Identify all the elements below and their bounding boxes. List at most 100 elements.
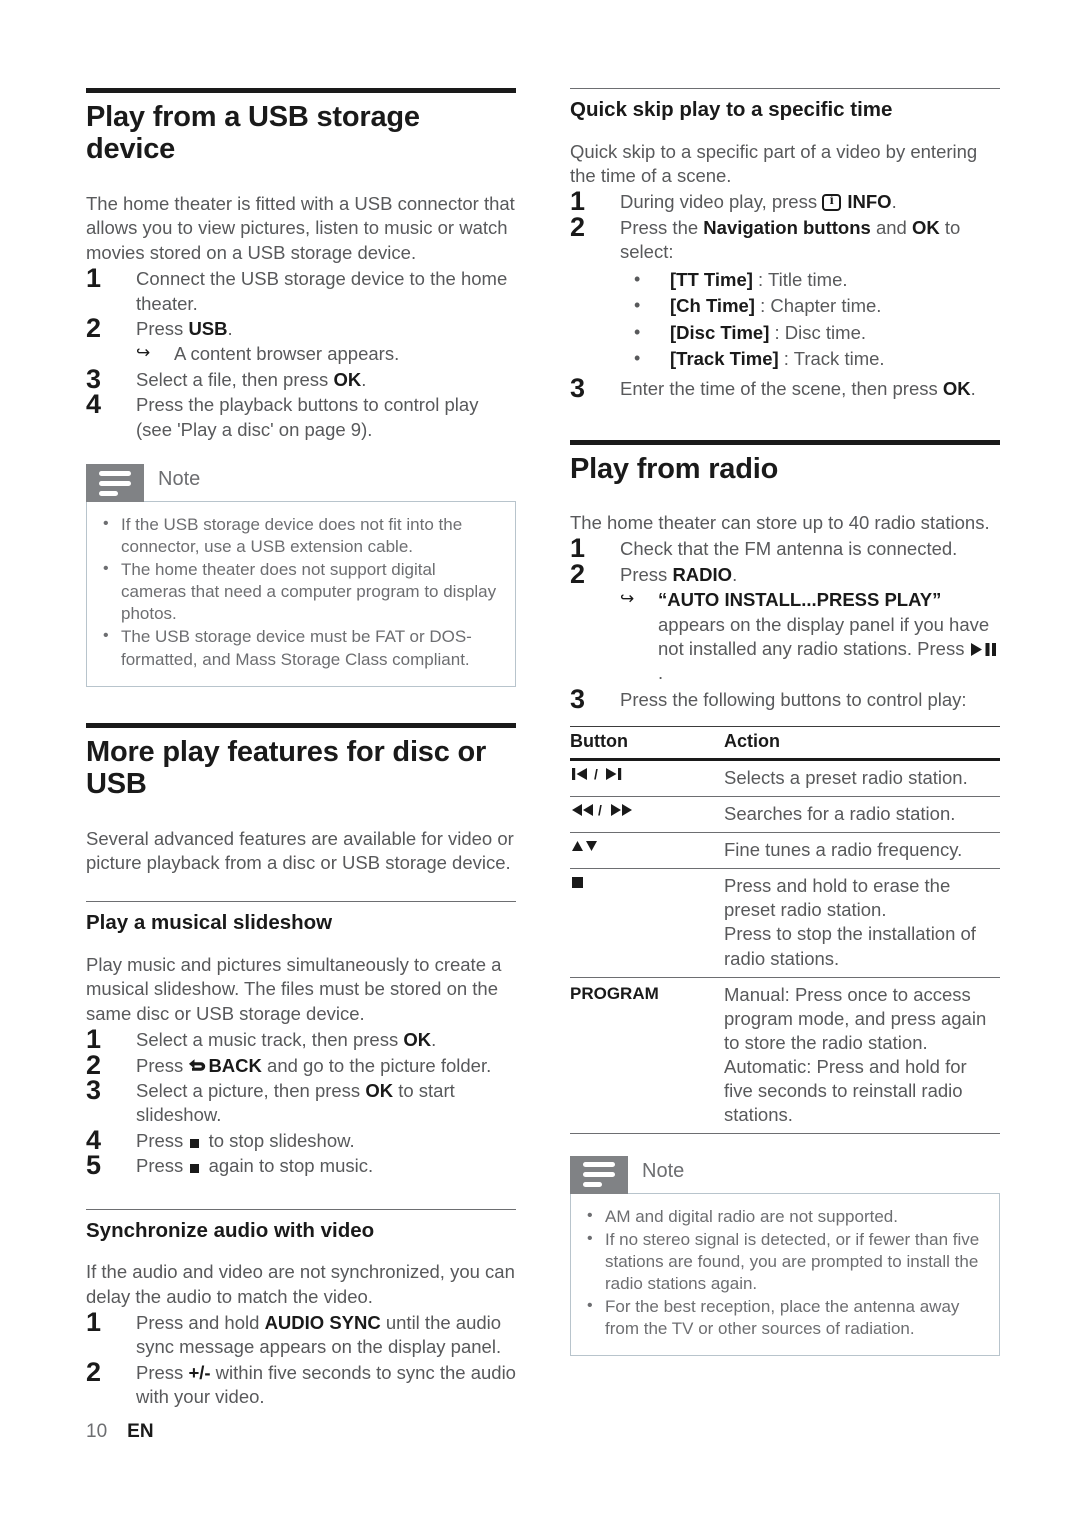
table-row: / Searches for a radio station. [570,796,1000,834]
table-header-row: Button Action [570,726,1000,762]
table-row: Fine tunes a radio frequency. [570,832,1000,870]
usb-intro-paragraph: The home theater is fitted with a USB co… [86,192,515,263]
note-tab [86,464,144,502]
step-text-pre: Press the [620,216,704,238]
subsection-quick-skip: Quick skip play to a specific time Quick… [570,88,1000,403]
step-text: Press the following buttons to control p… [620,688,967,710]
step-number: 2 [570,558,586,589]
action-text: Manual: Press once to access program mod… [720,977,1000,1134]
option-key: [Disc Time] [670,321,770,343]
step-number: 2 [86,1356,102,1387]
subsection-musical-slideshow: Play a musical slideshow Play music and … [86,901,516,1180]
note-box-usb: Note • If the USB storage device does not… [86,464,516,687]
step-text-pre: Press [136,1129,189,1151]
left-column: Play from a USB storage device The home … [86,88,516,1416]
step-result: ↪ “AUTO INSTALL...PRESS PLAY” appears on… [620,588,1000,686]
step-item: 2 Press +/- within five seconds to sync … [86,1357,516,1410]
up-down-icon [570,832,720,870]
note-title: Note [158,468,201,490]
step-item: 2 Press BACK and go to the picture folde… [86,1050,516,1080]
quickskip-steps-list: 1 During video play, press INFO. 2 Press… [570,186,1000,403]
play-pause-icon [970,643,996,656]
table-row: Press and hold to erase the preset radio… [570,868,1000,978]
radio-intro-paragraph: The home theater can store up to 40 radi… [570,511,990,533]
note-item: • AM and digital radio are not supported. [579,1206,985,1228]
step-item: 1 Press and hold AUDIO SYNC until the au… [86,1307,516,1360]
option-value: : Disc time. [769,321,867,343]
step-text-pre: Press and hold [136,1312,265,1333]
slideshow-steps-list: 1 Select a music track, then press OK. 2… [86,1024,516,1180]
step-number: 3 [570,373,586,404]
note-item: • For the best reception, place the anten… [579,1296,985,1340]
step-number: 2 [570,211,586,242]
option-value: : Track time. [778,348,885,370]
heading-play-musical-slideshow: Play a musical slideshow [86,911,333,935]
stop-icon [570,868,720,978]
time-options-list: • [TT Time] : Title time. • [Ch Time] : Ch… [620,267,1000,374]
step-text-pre: Select a music track, then press [136,1029,404,1051]
subsection-rule [570,88,1000,89]
note-title: Note [642,1159,685,1182]
step-text-pre: During video play, press [620,191,823,213]
step-item: 1 Select a music track, then press OK. [86,1024,516,1054]
radio-button-label: RADIO [672,563,733,585]
step-text-pre: Press [136,317,189,339]
list-item: • [Disc Time] : Disc time. [620,320,1000,347]
ok-button-label: OK [333,368,362,390]
step-item: 3 Enter the time of the scene, then pres… [570,373,1000,403]
note-list: • If the USB storage device does not fit … [95,514,501,671]
step-number: 3 [570,683,586,714]
prev-next-icon: / [570,759,720,798]
page-footer: 10 EN [86,1421,154,1443]
page-number: 10 [86,1421,108,1442]
step-item: 3 Press the following buttons to control… [570,684,1000,714]
step-item: 1 During video play, press INFO. [570,186,1000,216]
action-text: Fine tunes a radio frequency. [720,832,1000,870]
section-play-from-radio: Play from radio The home theater can sto… [570,439,1000,1357]
subsection-rule [86,901,516,903]
step-text-post: . [732,563,738,585]
ok-button-label: OK [911,216,940,238]
step-text-post: . [227,317,233,339]
step-text-post: . [891,191,897,213]
section-rule [86,88,516,93]
heading-quick-skip: Quick skip play to a specific time [570,98,893,121]
step-text-post: . [970,378,976,400]
svg-text:/: / [598,802,602,818]
bullet-icon: • [634,348,641,369]
step-result: ↪ A content browser appears. [136,342,516,366]
note-item-text: If no stereo signal is detected, or if f… [605,1229,980,1294]
option-key: [Track Time] [670,348,779,370]
step-number: 1 [86,1307,102,1337]
result-text-end: . [658,662,664,684]
column-header-action: Action [720,726,1000,762]
list-item: • [Ch Time] : Chapter time. [620,293,1000,320]
note-item-text: The USB storage device must be FAT or DO… [121,627,472,669]
step-text-pre: Select a file, then press [136,368,334,390]
note-item-text: If the USB storage device does not fit i… [121,515,463,557]
step-text-pre: Press [620,563,673,585]
step-text-pre: Press [136,1361,189,1383]
step-item: 3 Select a file, then press OK. [86,364,516,394]
sync-steps-list: 1 Press and hold AUDIO SYNC until the au… [86,1307,516,1410]
ok-button-label: OK [942,378,971,400]
result-text: A content browser appears. [174,343,400,365]
step-text: Check that the FM antenna is connected. [620,538,958,560]
option-key: [TT Time] [670,268,753,290]
back-button-label: BACK [208,1054,262,1076]
bullet-icon: • [103,515,109,532]
radio-steps-list: 1 Check that the FM antenna is connected… [570,533,1000,714]
info-icon [822,192,842,212]
heading-synchronize-audio: Synchronize audio with video [86,1218,375,1242]
step-text-pre: Enter the time of the scene, then press [620,378,943,400]
option-key: [Ch Time] [670,295,755,317]
table-row: / Selects a preset radio station. [570,759,1000,798]
step-item: 4 Press the playback buttons to control … [86,389,516,442]
note-item: • The home theater does not support digit… [95,559,501,625]
sync-intro-paragraph: If the audio and video are not synchroni… [86,1261,515,1307]
result-text: appears on the display panel if you have… [658,613,990,659]
bullet-icon: • [634,268,641,289]
step-item: 2 Press the Navigation buttons and OK to… [570,212,1000,374]
note-item-text: The home theater does not support digita… [121,560,497,624]
note-item: • If the USB storage device does not fit … [95,514,501,558]
